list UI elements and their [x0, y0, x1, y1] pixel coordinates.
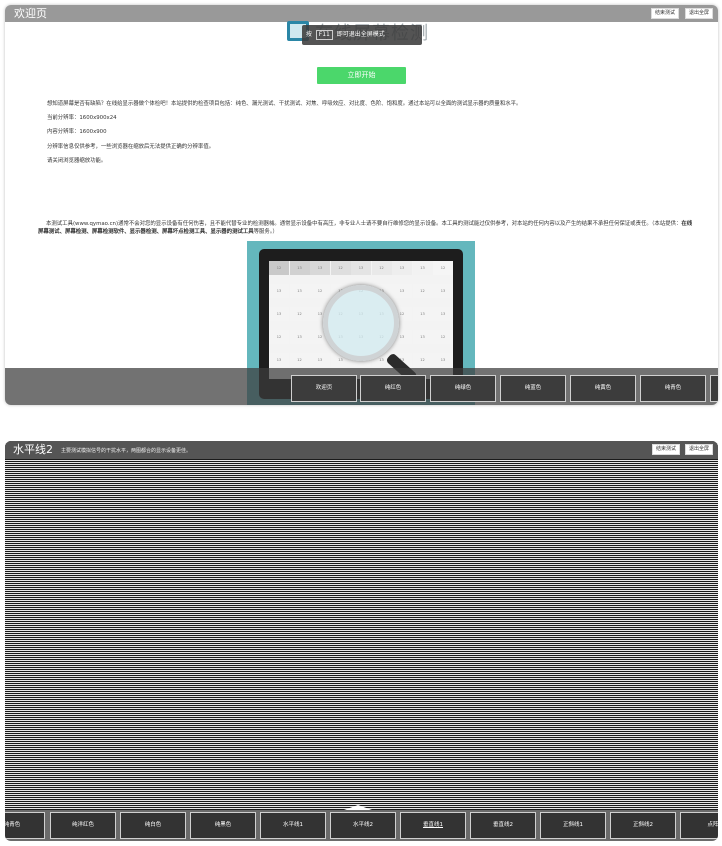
screen-grid-cell: 13 [433, 284, 453, 298]
screen-grid-cell: 13 [412, 307, 433, 321]
screen-grid-cell: 12 [412, 353, 433, 367]
screen-grid-cell: 13 [433, 353, 453, 367]
intro-text: 想知道屏幕是否有缺陷？在线给显示器做个体检吧！本站提供的检查项目包括：纯色、漏光… [47, 101, 667, 172]
screen-grid-cell: 13 [392, 284, 412, 298]
nav-slash1[interactable]: 正斜线1 [540, 812, 606, 839]
disclaimer-main: 本测试工具(www.qymao.cn)通常不会对您的显示设备有任何伤害，且不能代… [46, 221, 682, 227]
toast-post: 即可退出全屏模式 [336, 31, 385, 38]
screen-grid-cell: 12 [269, 261, 289, 275]
screen-grid-cell: 13 [412, 261, 433, 275]
toast-key: F11 [315, 30, 333, 40]
disclaimer-end: 等服务。） [253, 229, 278, 235]
magnifier-lens-icon [323, 285, 399, 361]
nav-vline2[interactable]: 垂直线2 [470, 812, 536, 839]
horizontal-lines-panel: 水平线2 主要测试模拟信号的干扰水平，两图都合的显示设备更佳。 结束测试 退出全… [5, 441, 718, 841]
current-resolution: 当前分辨率：1600x900x24 [47, 115, 117, 122]
screen-grid-cell: 12 [330, 261, 351, 275]
nav-more[interactable] [710, 375, 718, 402]
screen-grid-cell: 12 [433, 330, 453, 344]
nav-cyan[interactable]: 纯青色 [640, 375, 706, 402]
screen-grid-cell: 12 [412, 284, 433, 298]
welcome-panel: 欢迎页 结束测试 退出全屏 在线屏幕检测 按 F11 即可退出全屏模式 立即开始… [5, 5, 718, 405]
nav-cyan[interactable]: 纯青色 [5, 812, 45, 839]
nav-welcome[interactable]: 欢迎页 [291, 375, 357, 402]
start-button[interactable]: 立即开始 [317, 67, 406, 84]
top-bar: 水平线2 主要测试模拟信号的干扰水平，两图都合的显示设备更佳。 结束测试 退出全… [5, 441, 718, 459]
screen-grid-cell: 13 [269, 353, 289, 367]
nav-dot-matrix[interactable]: 点阵 [680, 812, 718, 839]
nav-green[interactable]: 纯绿色 [430, 375, 496, 402]
screen-grid-cell: 12 [289, 353, 310, 367]
screen-grid-cell: 12 [371, 261, 392, 275]
content-resolution: 内容分辨率：1600x900 [47, 129, 107, 136]
page-title: 水平线2 [13, 443, 53, 456]
nav-hline1[interactable]: 水平线1 [260, 812, 326, 839]
screen-grid-cell: 13 [269, 307, 289, 321]
screen-grid-cell: 12 [310, 284, 330, 298]
screen-grid-cell: 13 [269, 284, 289, 298]
screen-grid-cell: 12 [269, 330, 289, 344]
screen-grid-cell: 13 [412, 330, 433, 344]
exit-fullscreen-button[interactable]: 退出全屏 [685, 444, 714, 455]
nav-white[interactable]: 纯白色 [120, 812, 186, 839]
nav-red[interactable]: 纯红色 [360, 375, 426, 402]
screen-grid-cell: 13 [310, 261, 330, 275]
nav-slash2[interactable]: 正斜线2 [610, 812, 676, 839]
screen-grid-cell: 13 [289, 330, 310, 344]
end-test-button[interactable]: 结束测试 [651, 8, 680, 19]
screen-grid-cell: 13 [392, 261, 412, 275]
screen-grid-cell: 12 [289, 307, 310, 321]
toast-pre: 按 [305, 31, 312, 38]
disclaimer: 本测试工具(www.qymao.cn)通常不会对您的显示设备有任何伤害，且不能代… [38, 220, 693, 236]
zoom-note: 请关闭浏览器缩放功能。 [47, 157, 107, 164]
screen-grid-cell: 13 [351, 261, 371, 275]
page-title: 欢迎页 [14, 7, 47, 20]
screen-grid-cell: 12 [433, 261, 453, 275]
fullscreen-toast: 按 F11 即可退出全屏模式 [302, 25, 422, 45]
exit-fullscreen-button[interactable]: 退出全屏 [685, 8, 714, 19]
color-nav-bar: 欢迎页 纯红色 纯绿色 纯蓝色 纯黄色 纯青色 [5, 368, 718, 405]
nav-blue[interactable]: 纯蓝色 [500, 375, 566, 402]
nav-yellow[interactable]: 纯黄色 [570, 375, 636, 402]
end-test-button[interactable]: 结束测试 [652, 444, 681, 455]
nav-hline2[interactable]: 水平线2 [330, 812, 396, 839]
resolution-note: 分辨率信息仅供参考，一些浏览器在缩放后无法提供正确的分辨率值。 [47, 143, 215, 150]
intro-line: 想知道屏幕是否有缺陷？在线给显示器做个体检吧！本站提供的检查项目包括：纯色、漏光… [47, 101, 522, 107]
screen-grid-cell: 13 [433, 307, 453, 321]
nav-black[interactable]: 纯黑色 [190, 812, 256, 839]
nav-magenta[interactable]: 纯洋红色 [50, 812, 116, 839]
test-hint: 主要测试模拟信号的干扰水平，两图都合的显示设备更佳。 [61, 448, 192, 454]
screen-grid-cell: 13 [289, 261, 310, 275]
nav-vline1[interactable]: 垂直线1 [400, 812, 466, 839]
screen-grid-cell: 13 [310, 353, 330, 367]
pattern-nav-bar: 纯青色 纯洋红色 纯白色 纯黑色 水平线1 水平线2 垂直线1 垂直线2 正斜线… [5, 810, 718, 841]
screen-grid-cell: 13 [289, 284, 310, 298]
